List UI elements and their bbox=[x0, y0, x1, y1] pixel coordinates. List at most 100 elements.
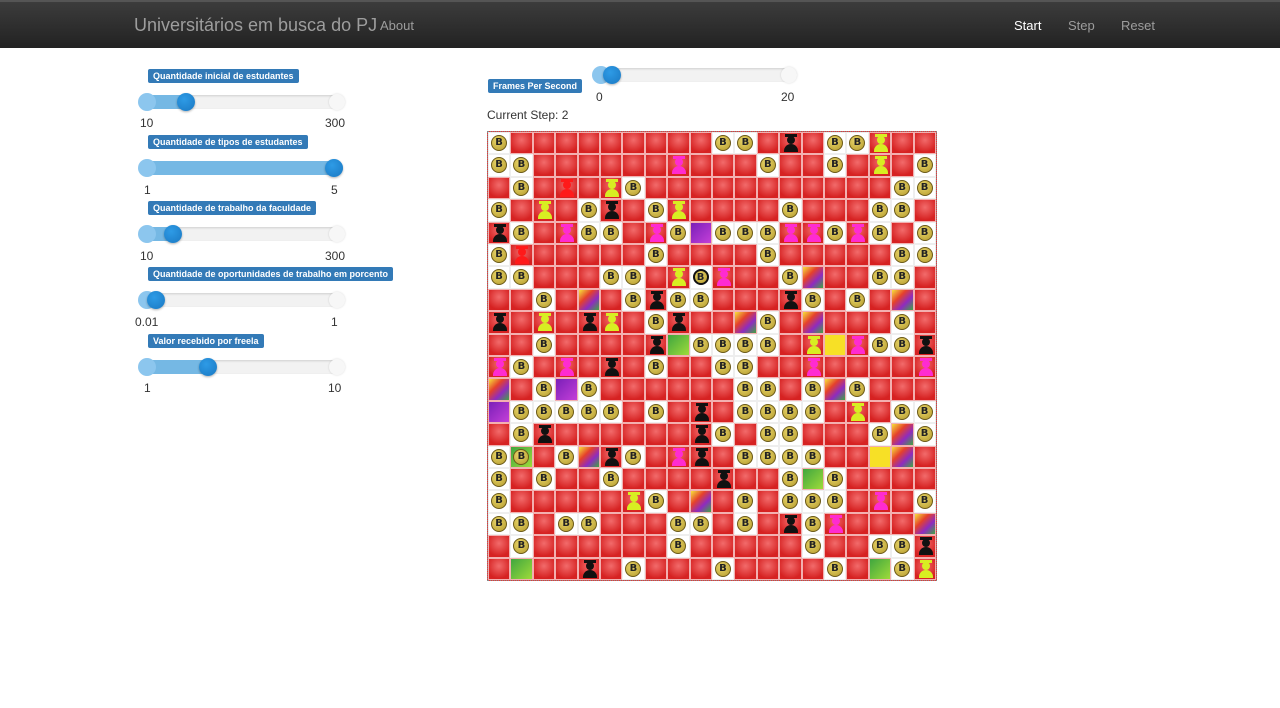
student-icon bbox=[582, 559, 598, 579]
grid-cell: B bbox=[488, 199, 511, 222]
grid-cell bbox=[532, 243, 556, 267]
grid-cell bbox=[622, 333, 645, 356]
grid-cell: B bbox=[488, 243, 511, 267]
start-button[interactable]: Start bbox=[1014, 18, 1041, 33]
grid-cell: B bbox=[801, 535, 824, 558]
student-icon bbox=[492, 223, 508, 243]
app-brand[interactable]: Universitários em busca do PJ bbox=[134, 15, 377, 36]
grid-cell bbox=[689, 199, 712, 222]
grid-cell bbox=[532, 266, 556, 289]
grid-cell bbox=[711, 176, 735, 200]
grid-cell bbox=[667, 467, 690, 491]
grid-cell: B bbox=[913, 221, 936, 244]
student-icon bbox=[514, 245, 530, 265]
grid-cell bbox=[823, 512, 847, 536]
grid-cell: B bbox=[711, 355, 735, 379]
slider-handle[interactable] bbox=[199, 358, 217, 376]
coin-icon: B bbox=[826, 560, 843, 577]
grid-cell bbox=[734, 199, 757, 222]
grid-cell bbox=[823, 176, 847, 200]
coin-icon: B bbox=[759, 157, 776, 174]
grid-cell bbox=[644, 445, 668, 468]
slider-handle[interactable] bbox=[164, 225, 182, 243]
slider-start-cap bbox=[138, 159, 156, 177]
slider-handle[interactable] bbox=[325, 159, 343, 177]
fps-slider-track[interactable] bbox=[592, 66, 797, 84]
slider-label: Quantidade de oportunidades de trabalho … bbox=[148, 267, 394, 281]
grid-cell bbox=[555, 288, 578, 312]
slider-track[interactable] bbox=[138, 225, 345, 243]
grid-cell: B bbox=[891, 557, 914, 580]
coin-icon: B bbox=[535, 403, 552, 420]
nav-about-link[interactable]: About bbox=[380, 18, 414, 33]
reset-button[interactable]: Reset bbox=[1121, 18, 1155, 33]
slider-max-label: 1 bbox=[331, 315, 338, 329]
slider-track[interactable] bbox=[138, 291, 345, 309]
coin-icon: B bbox=[692, 515, 709, 532]
grid-cell: B bbox=[667, 535, 690, 558]
step-button[interactable]: Step bbox=[1068, 18, 1095, 33]
grid-cell: B bbox=[868, 423, 892, 446]
slider-min-label: 0.01 bbox=[135, 315, 159, 329]
grid-cell bbox=[846, 199, 869, 222]
coin-icon: B bbox=[491, 470, 507, 487]
grid-cell: B bbox=[555, 400, 578, 424]
fps-slider-handle[interactable] bbox=[603, 66, 621, 84]
grid-cell bbox=[599, 132, 623, 155]
coin-icon: B bbox=[513, 358, 530, 375]
slider-min-label: 10 bbox=[140, 116, 154, 130]
student-icon bbox=[783, 290, 799, 310]
grid-cell bbox=[868, 243, 892, 267]
grid-cell bbox=[599, 355, 623, 379]
grid-cell bbox=[779, 557, 802, 580]
grid-cell bbox=[779, 221, 802, 244]
slider-track[interactable] bbox=[138, 93, 345, 111]
coin-icon: B bbox=[804, 381, 821, 398]
grid-cell bbox=[555, 243, 578, 267]
coin-icon: B bbox=[782, 426, 799, 443]
grid-cell bbox=[532, 490, 556, 513]
grid-cell bbox=[689, 557, 712, 580]
coin-icon: B bbox=[916, 493, 933, 510]
simulation-grid: BBBBBBBBBBBBBBBBBBBBBBBBBBBBBBBBBBBBBBBB… bbox=[487, 131, 937, 581]
grid-cell bbox=[868, 400, 892, 424]
slider-label: Quantidade de trabalho da faculdade bbox=[148, 201, 317, 215]
grid-cell bbox=[891, 423, 914, 446]
grid-cell: B bbox=[577, 199, 600, 222]
grid-cell bbox=[488, 557, 511, 580]
grid-cell bbox=[667, 154, 690, 177]
slider-handle[interactable] bbox=[177, 93, 195, 111]
grid-cell: B bbox=[891, 535, 914, 558]
grid-cell bbox=[599, 423, 623, 446]
slider-end-cap bbox=[329, 226, 345, 242]
coin-icon: B bbox=[491, 135, 507, 151]
grid-cell bbox=[846, 176, 869, 200]
grid-cell bbox=[711, 490, 735, 513]
grid-cell: B bbox=[868, 266, 892, 289]
grid-cell bbox=[823, 535, 847, 558]
slider-handle[interactable] bbox=[147, 291, 165, 309]
student-icon bbox=[694, 402, 710, 422]
grid-cell: B bbox=[711, 221, 735, 244]
grid-cell: B bbox=[599, 400, 623, 424]
slider-track[interactable] bbox=[138, 358, 345, 376]
grid-cell bbox=[891, 512, 914, 536]
grid-cell: B bbox=[779, 490, 802, 513]
student-icon bbox=[806, 335, 822, 355]
grid-cell: B bbox=[488, 154, 511, 177]
grid-cell bbox=[622, 423, 645, 446]
grid-cell bbox=[823, 445, 847, 468]
student-icon bbox=[806, 223, 822, 243]
grid-cell: B bbox=[488, 266, 511, 289]
grid-cell bbox=[622, 243, 645, 267]
grid-cell bbox=[891, 221, 914, 244]
grid-cell: B bbox=[622, 266, 645, 289]
grid-cell bbox=[868, 512, 892, 536]
grid-cell bbox=[756, 266, 780, 289]
grid-cell bbox=[846, 512, 869, 536]
slider-track[interactable] bbox=[138, 159, 343, 177]
grid-cell bbox=[667, 266, 690, 289]
coin-icon: B bbox=[625, 269, 642, 286]
coin-icon: B bbox=[714, 135, 731, 151]
slider-max-label: 10 bbox=[328, 381, 342, 395]
